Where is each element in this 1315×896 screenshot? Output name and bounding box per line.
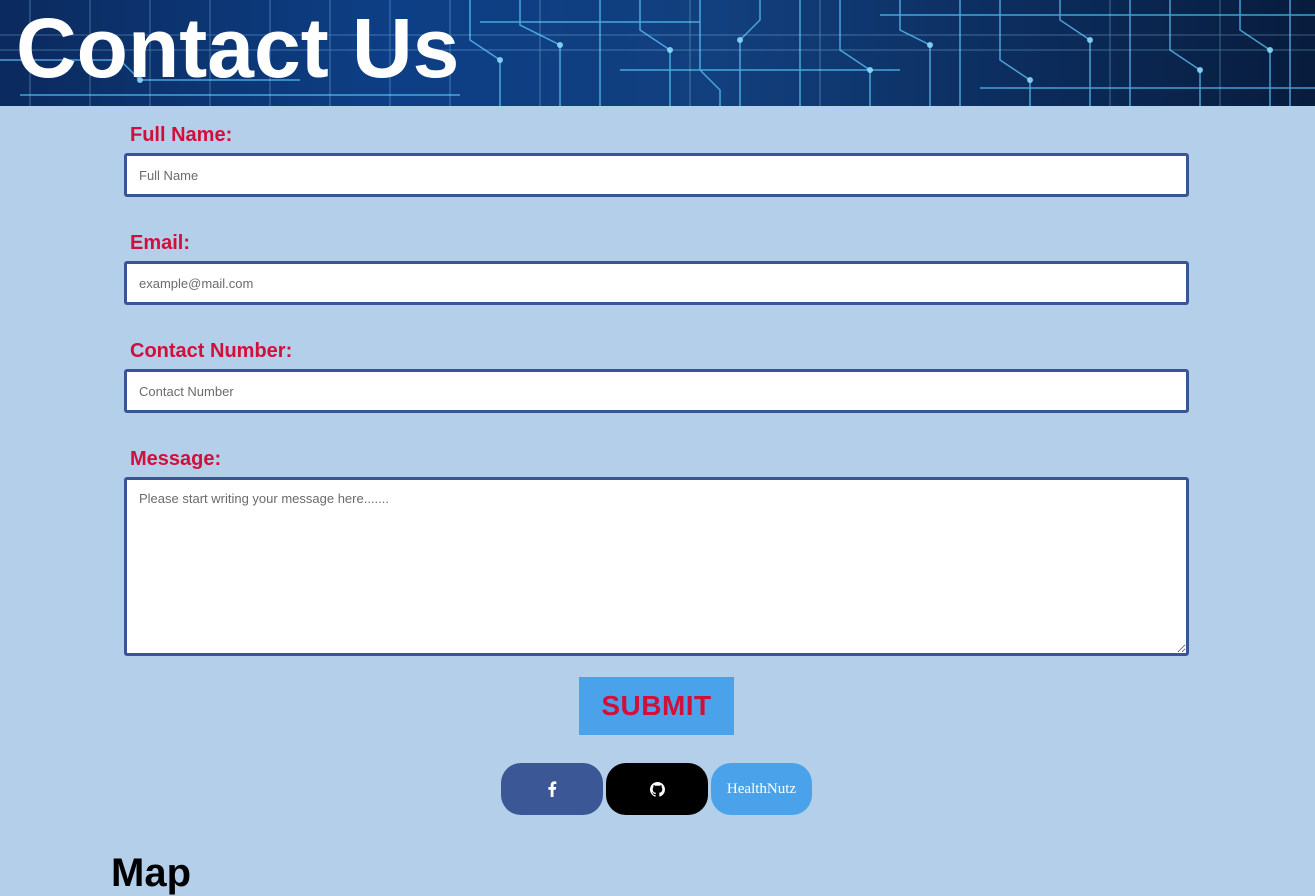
message-label: Message: bbox=[130, 448, 222, 470]
facebook-link[interactable] bbox=[501, 763, 603, 815]
email-label: Email: bbox=[130, 232, 191, 254]
full-name-input[interactable] bbox=[124, 153, 1189, 197]
full-name-label: Full Name: bbox=[130, 124, 233, 146]
page-title: Contact Us bbox=[16, 1, 460, 95]
submit-button[interactable]: SUBMIT bbox=[579, 677, 734, 735]
contact-number-label: Contact Number: bbox=[130, 340, 293, 362]
healthnutz-link[interactable]: HealthNutz bbox=[711, 763, 812, 815]
message-textarea[interactable] bbox=[124, 477, 1189, 656]
facebook-icon bbox=[548, 781, 557, 797]
header-banner: Contact Us bbox=[0, 0, 1315, 106]
github-link[interactable] bbox=[606, 763, 708, 815]
map-heading: Map bbox=[111, 851, 191, 895]
contact-number-input[interactable] bbox=[124, 369, 1189, 413]
github-icon bbox=[649, 781, 665, 797]
healthnutz-label: HealthNutz bbox=[726, 780, 797, 797]
email-input[interactable] bbox=[124, 261, 1189, 305]
